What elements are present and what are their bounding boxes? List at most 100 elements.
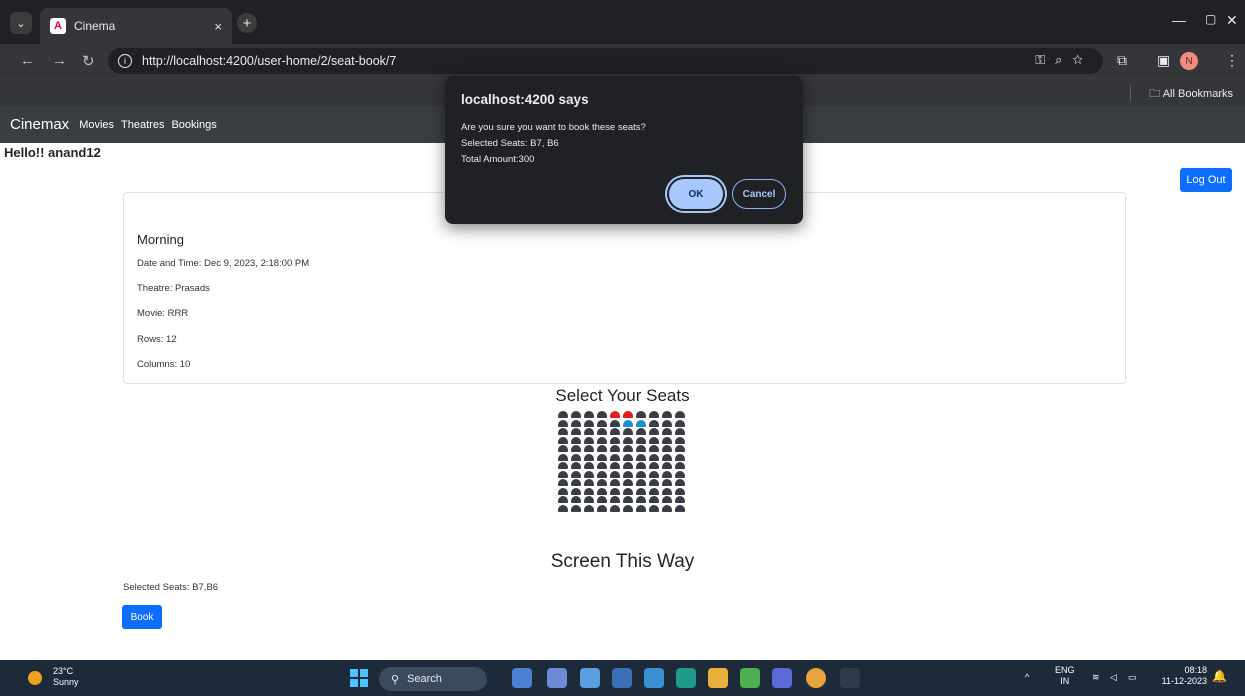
seat-available[interactable]	[584, 487, 594, 495]
seat-available[interactable]	[610, 428, 620, 435]
seat-available[interactable]	[649, 453, 659, 461]
widgets-app-icon[interactable]	[512, 668, 532, 688]
nav-theatres[interactable]: Theatres	[121, 119, 164, 131]
taskbar-search[interactable]: ⚲ Search	[379, 667, 487, 691]
tab-close-icon[interactable]: ×	[214, 19, 222, 34]
profile-avatar[interactable]: N	[1180, 52, 1198, 70]
seat-available[interactable]	[597, 428, 607, 435]
notification-bell-icon[interactable]: 🔔	[1212, 670, 1227, 682]
seat-available[interactable]	[623, 504, 633, 512]
seat-available[interactable]	[584, 428, 594, 435]
seat-available[interactable]	[558, 411, 568, 418]
seat-available[interactable]	[584, 445, 594, 452]
seat-available[interactable]	[623, 479, 633, 486]
seat-available[interactable]	[571, 445, 581, 452]
battery-icon[interactable]: ▭	[1128, 672, 1137, 683]
seat-available[interactable]	[649, 470, 659, 478]
teams-chat-icon[interactable]	[547, 668, 567, 688]
seat-available[interactable]	[571, 462, 581, 469]
language-indicator[interactable]: ENG IN	[1055, 665, 1075, 687]
teams-icon[interactable]	[772, 668, 792, 688]
seat-available[interactable]	[571, 419, 581, 427]
all-bookmarks-button[interactable]: 🗀 All Bookmarks	[1149, 85, 1233, 104]
seat-available[interactable]	[597, 496, 607, 503]
seat-available[interactable]	[675, 428, 685, 435]
seat-available[interactable]	[623, 436, 633, 444]
seat-selected[interactable]	[623, 419, 633, 427]
seat-available[interactable]	[571, 479, 581, 486]
seat-available[interactable]	[571, 411, 581, 418]
app-leaf-icon[interactable]	[740, 668, 760, 688]
seat-available[interactable]	[584, 504, 594, 512]
seat-available[interactable]	[636, 428, 646, 435]
seat-available[interactable]	[610, 419, 620, 427]
seat-available[interactable]	[662, 496, 672, 503]
seat-available[interactable]	[636, 436, 646, 444]
seat-available[interactable]	[584, 479, 594, 486]
seat-available[interactable]	[675, 462, 685, 469]
seat-available[interactable]	[675, 419, 685, 427]
file-explorer-icon[interactable]	[708, 668, 728, 688]
seat-available[interactable]	[558, 496, 568, 503]
seat-available[interactable]	[558, 479, 568, 486]
dialog-cancel-button[interactable]: Cancel	[732, 179, 786, 209]
seat-available[interactable]	[675, 453, 685, 461]
seat-available[interactable]	[558, 462, 568, 469]
seat-available[interactable]	[623, 453, 633, 461]
seat-available[interactable]	[662, 453, 672, 461]
seat-available[interactable]	[597, 453, 607, 461]
seat-available[interactable]	[597, 411, 607, 418]
seat-selected[interactable]	[636, 419, 646, 427]
seat-available[interactable]	[610, 496, 620, 503]
seat-available[interactable]	[610, 453, 620, 461]
seat-available[interactable]	[558, 504, 568, 512]
seat-available[interactable]	[662, 419, 672, 427]
seat-available[interactable]	[623, 445, 633, 452]
files-app-icon[interactable]	[612, 668, 632, 688]
site-info-icon[interactable]: i	[118, 54, 132, 68]
seat-available[interactable]	[636, 445, 646, 452]
seat-available[interactable]	[597, 462, 607, 469]
close-window-icon[interactable]: ✕	[1226, 12, 1238, 29]
seat-available[interactable]	[584, 453, 594, 461]
tray-expand-icon[interactable]: ^	[1025, 672, 1029, 683]
seat-available[interactable]	[584, 496, 594, 503]
address-url[interactable]: http://localhost:4200/user-home/2/seat-b…	[142, 54, 396, 68]
seat-available[interactable]	[623, 487, 633, 495]
seat-available[interactable]	[597, 445, 607, 452]
seat-available[interactable]	[610, 479, 620, 486]
seat-available[interactable]	[649, 496, 659, 503]
restore-icon[interactable]: ▢	[1205, 12, 1216, 26]
seat-available[interactable]	[558, 470, 568, 478]
weather-widget[interactable]: 23°C Sunny	[53, 666, 79, 688]
seat-available[interactable]	[649, 445, 659, 452]
chrome-browser-icon[interactable]	[806, 668, 826, 688]
seat-available[interactable]	[675, 436, 685, 444]
seat-available[interactable]	[597, 436, 607, 444]
seat-available[interactable]	[675, 496, 685, 503]
back-icon[interactable]: ←	[20, 52, 35, 69]
seat-available[interactable]	[649, 428, 659, 435]
seat-available[interactable]	[662, 428, 672, 435]
edge-browser-icon[interactable]	[676, 668, 696, 688]
seat-available[interactable]	[623, 462, 633, 469]
address-bar[interactable]: i http://localhost:4200/user-home/2/seat…	[108, 48, 1103, 74]
seat-available[interactable]	[597, 479, 607, 486]
seat-available[interactable]	[662, 436, 672, 444]
seat-available[interactable]	[636, 470, 646, 478]
seat-available[interactable]	[662, 445, 672, 452]
seat-available[interactable]	[597, 504, 607, 512]
seat-available[interactable]	[636, 479, 646, 486]
seat-available[interactable]	[649, 479, 659, 486]
book-button[interactable]: Book	[122, 605, 162, 629]
seat-available[interactable]	[662, 479, 672, 486]
seat-available[interactable]	[636, 462, 646, 469]
seat-available[interactable]	[584, 470, 594, 478]
brand-logo[interactable]: Cinemax	[10, 116, 69, 133]
seat-available[interactable]	[636, 411, 646, 418]
terminal-icon[interactable]	[840, 668, 860, 688]
minimize-icon[interactable]: —	[1172, 12, 1186, 28]
seat-available[interactable]	[662, 504, 672, 512]
seat-available[interactable]	[571, 470, 581, 478]
clock[interactable]: 08:18 11-12-2023	[1153, 665, 1207, 687]
